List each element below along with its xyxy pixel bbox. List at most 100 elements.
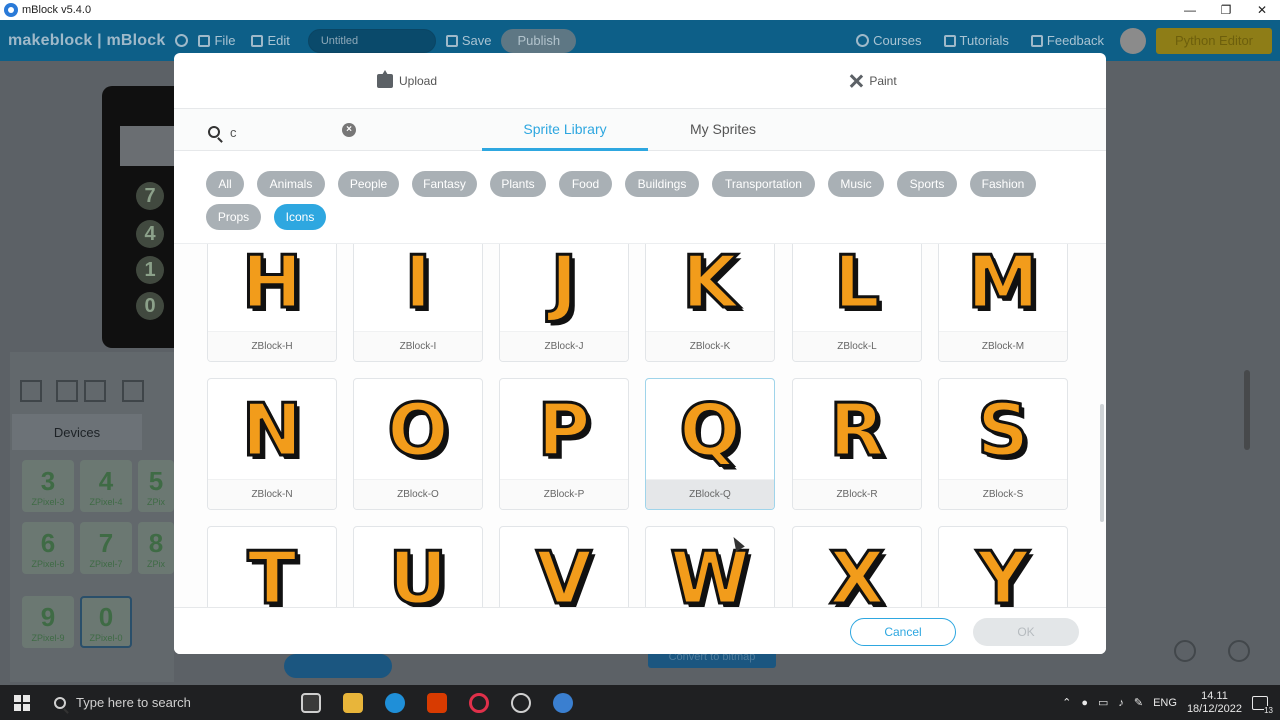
sprite-card[interactable]: U xyxy=(353,526,483,607)
sprite-card[interactable]: S ZBlock-S xyxy=(938,378,1068,510)
taskbar-search[interactable]: Type here to search xyxy=(50,685,290,720)
category-people[interactable]: People xyxy=(338,171,399,197)
edit-menu[interactable]: Edit xyxy=(245,33,295,48)
category-food[interactable]: Food xyxy=(559,171,612,197)
devices-tab[interactable]: Devices xyxy=(12,414,142,450)
sprite-card[interactable]: L ZBlock-L xyxy=(792,244,922,362)
search-input[interactable]: c xyxy=(208,122,358,142)
device-tile[interactable]: 7 ZPixel-7 xyxy=(80,522,132,574)
network-icon[interactable]: ▭ xyxy=(1098,696,1108,709)
device-tile[interactable]: 9 ZPixel-9 xyxy=(22,596,74,648)
sprite-glyph: M xyxy=(966,243,1041,324)
clock[interactable]: 14.11 18/12/2022 xyxy=(1187,690,1242,716)
file-menu[interactable]: File xyxy=(192,33,241,48)
mblock-taskbar-icon[interactable] xyxy=(553,692,573,713)
sprite-card[interactable]: K ZBlock-K xyxy=(645,244,775,362)
device-name: ZPix xyxy=(147,558,165,569)
sprite-card[interactable]: W xyxy=(645,526,775,607)
sprite-card[interactable]: I ZBlock-I xyxy=(353,244,483,362)
minimize-button[interactable]: — xyxy=(1172,0,1208,20)
edge-browser-icon[interactable] xyxy=(385,692,405,713)
project-name-input[interactable]: Untitled xyxy=(307,28,436,53)
language-indicator[interactable]: ENG xyxy=(1153,697,1177,709)
device-name: ZPixel-9 xyxy=(31,632,65,643)
sprite-card[interactable]: P ZBlock-P xyxy=(499,378,629,510)
category-music[interactable]: Music xyxy=(828,171,884,197)
ok-button[interactable]: OK xyxy=(973,618,1079,646)
category-icons[interactable]: Icons xyxy=(274,204,326,230)
upload-button[interactable]: Upload xyxy=(174,53,640,108)
delete-device-button[interactable] xyxy=(284,654,392,678)
sprite-card[interactable]: J ZBlock-J xyxy=(499,243,629,362)
tab-my-sprites[interactable]: My Sprites xyxy=(656,121,790,151)
tab-sprite-library[interactable]: Sprite Library xyxy=(482,121,648,151)
paint-button[interactable]: Paint xyxy=(640,53,1106,108)
volume-icon[interactable]: ♪ xyxy=(1118,697,1124,709)
notification-center-icon[interactable]: 13 xyxy=(1252,695,1273,715)
sprite-card[interactable]: M ZBlock-M xyxy=(938,243,1068,362)
sprite-card[interactable]: R ZBlock-R xyxy=(792,378,922,510)
device-tile[interactable]: 5 ZPix xyxy=(138,460,174,512)
app-circle-icon[interactable] xyxy=(511,692,531,713)
office-icon[interactable] xyxy=(427,692,447,713)
sprite-thumbnail: W xyxy=(646,535,774,608)
tutorials-link[interactable]: Tutorials xyxy=(938,33,1015,48)
sprite-card[interactable]: V xyxy=(499,526,629,607)
category-sports[interactable]: Sports xyxy=(897,171,957,197)
sprite-card[interactable]: N ZBlock-N xyxy=(207,378,337,510)
layout-large-icon[interactable] xyxy=(84,380,106,402)
restore-button[interactable]: ❐ xyxy=(1208,0,1244,20)
device-tile-selected[interactable]: 0 ZPixel-0 xyxy=(80,596,132,648)
device-name: ZPixel-4 xyxy=(89,496,123,507)
sprite-glyph: J xyxy=(549,243,579,324)
system-tray: ⌃ ● ▭ ♪ ✎ ENG 14.11 18/12/2022 13 xyxy=(1062,690,1273,716)
category-props[interactable]: Props xyxy=(206,204,261,230)
sprite-card-selected[interactable]: Q ZBlock-Q xyxy=(645,378,775,510)
category-fantasy[interactable]: Fantasy xyxy=(412,171,477,197)
file-explorer-icon[interactable] xyxy=(343,692,363,713)
python-editor-button[interactable]: Python Editor xyxy=(1156,27,1272,54)
show-hidden-icons-icon[interactable]: ⌃ xyxy=(1062,696,1071,709)
sprite-card[interactable]: Y xyxy=(938,526,1068,607)
device-glyph: 0 xyxy=(98,601,114,632)
device-tile[interactable]: 3 ZPixel-3 xyxy=(22,460,74,512)
publish-button[interactable]: Publish xyxy=(501,28,577,53)
pen-icon[interactable]: ✎ xyxy=(1134,696,1143,709)
feedback-icon xyxy=(1030,34,1043,47)
save-button[interactable]: Save xyxy=(440,33,498,48)
workspace-scrollbar[interactable] xyxy=(1244,370,1250,450)
close-button[interactable]: ✕ xyxy=(1244,0,1280,20)
stage-screen xyxy=(120,126,180,166)
start-button-icon[interactable] xyxy=(14,694,30,711)
device-tile[interactable]: 4 ZPixel-4 xyxy=(80,460,132,512)
microphone-icon[interactable]: ● xyxy=(1081,697,1088,709)
fullscreen-icon[interactable] xyxy=(20,380,42,402)
opera-browser-icon[interactable] xyxy=(469,692,489,713)
category-buildings[interactable]: Buildings xyxy=(625,171,699,197)
sprite-card[interactable]: O ZBlock-O xyxy=(353,378,483,510)
feedback-link[interactable]: Feedback xyxy=(1025,33,1110,48)
user-avatar[interactable] xyxy=(1120,27,1146,54)
category-all[interactable]: All xyxy=(206,171,244,197)
clear-search-icon[interactable]: × xyxy=(342,123,356,137)
grid-icon[interactable] xyxy=(122,380,144,402)
notification-count: 13 xyxy=(1264,705,1273,715)
courses-link[interactable]: Courses xyxy=(850,33,927,48)
zoom-in-icon[interactable] xyxy=(1228,640,1250,662)
task-view-icon[interactable] xyxy=(301,692,321,713)
cancel-button[interactable]: Cancel xyxy=(850,618,956,646)
device-tile[interactable]: 6 ZPixel-6 xyxy=(22,522,74,574)
zoom-out-icon[interactable] xyxy=(1174,640,1196,662)
category-animals[interactable]: Animals xyxy=(257,171,325,197)
category-transportation[interactable]: Transportation xyxy=(712,171,815,197)
category-fashion[interactable]: Fashion xyxy=(970,171,1036,197)
category-plants[interactable]: Plants xyxy=(490,171,546,197)
device-tile[interactable]: 8 ZPix xyxy=(138,522,174,574)
sprite-card[interactable]: X xyxy=(792,526,922,607)
sprite-grid-scrollbar[interactable] xyxy=(1100,404,1104,522)
sprite-card[interactable]: H ZBlock-H xyxy=(207,244,337,362)
sprite-card[interactable]: T xyxy=(207,526,337,607)
layout-small-icon[interactable] xyxy=(56,380,78,402)
language-globe-icon[interactable] xyxy=(175,34,189,47)
brand-logo: makeblock | mBlock xyxy=(8,31,166,49)
